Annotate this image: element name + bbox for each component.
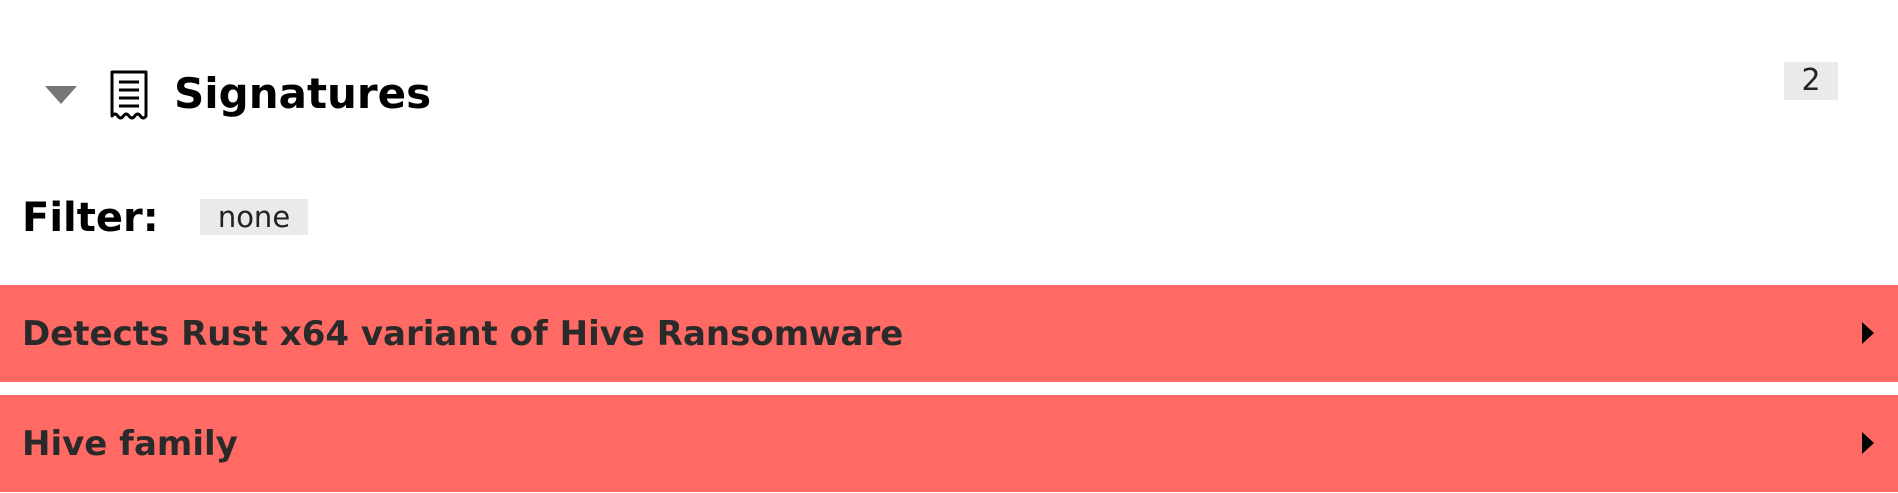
- receipt-icon: [110, 70, 148, 120]
- filter-row: Filter: none: [0, 192, 1898, 252]
- triangle-right-icon[interactable]: [1862, 432, 1874, 454]
- triangle-down-icon[interactable]: [45, 86, 77, 104]
- signature-label: Detects Rust x64 variant of Hive Ransomw…: [22, 314, 904, 354]
- signatures-panel: Signatures 2 Filter: none Detects Rust x…: [0, 0, 1898, 493]
- signature-label: Hive family: [22, 424, 238, 464]
- triangle-right-icon[interactable]: [1862, 322, 1874, 344]
- filter-value-chip[interactable]: none: [200, 199, 308, 235]
- section-title: Signatures: [174, 69, 432, 118]
- filter-label: Filter:: [22, 195, 159, 241]
- section-header: Signatures 2: [0, 52, 1898, 122]
- signature-list: Detects Rust x64 variant of Hive Ransomw…: [0, 285, 1898, 493]
- signature-row[interactable]: Hive family: [0, 395, 1898, 492]
- count-badge: 2: [1784, 62, 1838, 100]
- signature-row[interactable]: Detects Rust x64 variant of Hive Ransomw…: [0, 285, 1898, 382]
